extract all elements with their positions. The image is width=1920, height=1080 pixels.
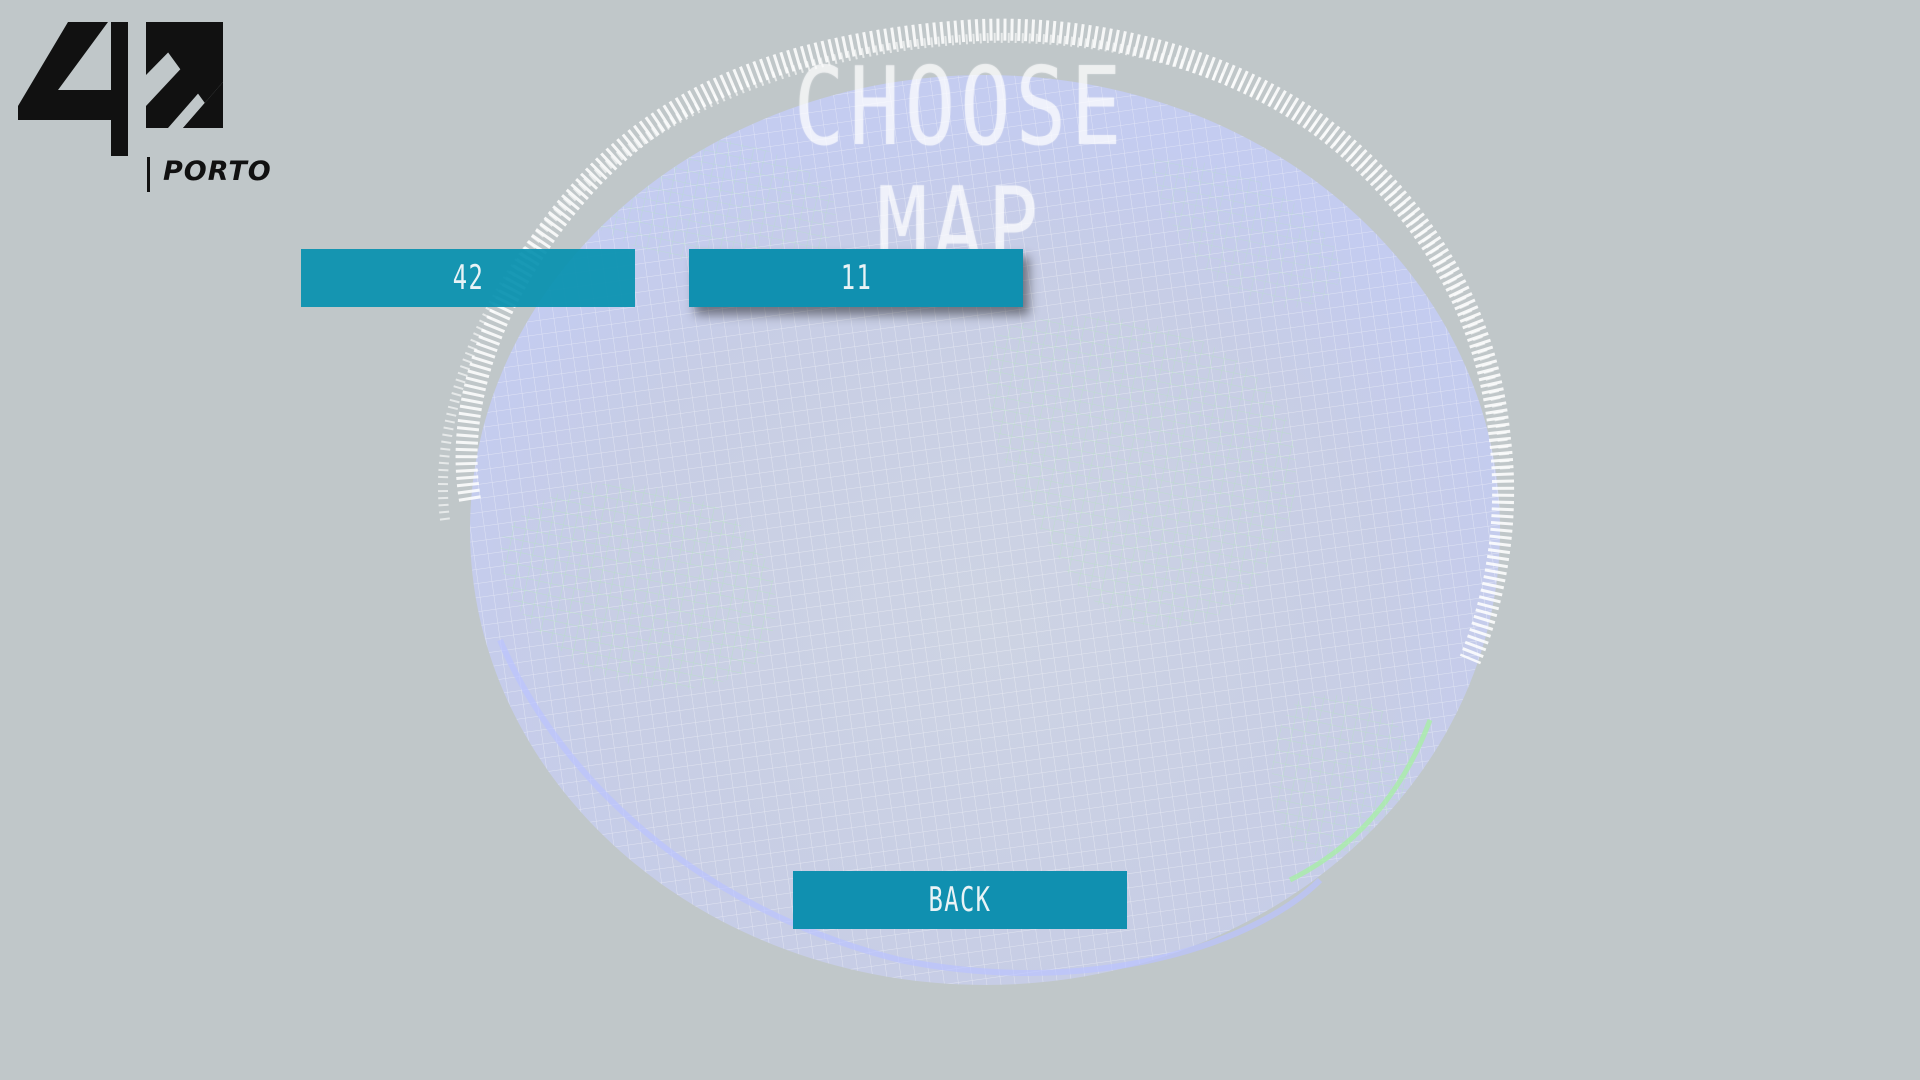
game-screen: CHOOSE MAP PORTO 42 11 BACK xyxy=(0,0,1920,1080)
logo-divider xyxy=(147,157,150,192)
map-option-42-label: 42 xyxy=(452,258,484,298)
logo-label: PORTO xyxy=(163,156,272,187)
map-option-42-button[interactable]: 42 xyxy=(301,249,635,307)
back-button[interactable]: BACK xyxy=(793,871,1127,929)
map-option-11-label: 11 xyxy=(840,258,872,298)
logo-42-mark xyxy=(18,22,223,156)
back-button-label: BACK xyxy=(928,880,992,920)
page-title: CHOOSE MAP xyxy=(793,45,1127,290)
map-option-11-button[interactable]: 11 xyxy=(689,249,1023,307)
